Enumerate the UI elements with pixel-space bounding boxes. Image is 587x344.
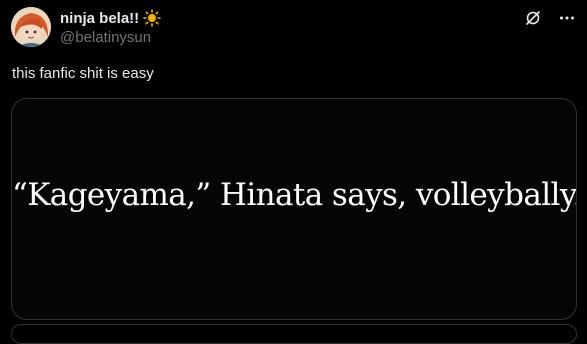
more-dots-icon[interactable] bbox=[557, 8, 577, 28]
media-quote-text: “Kageyama,” Hinata says, volleybally. bbox=[12, 177, 577, 213]
avatar[interactable] bbox=[11, 7, 51, 47]
slashed-circle-icon[interactable] bbox=[523, 8, 543, 28]
avatar-image bbox=[11, 7, 51, 47]
divider bbox=[11, 324, 577, 344]
tweet: ninja bela!! @belatinysun this fanfic sh… bbox=[0, 0, 587, 344]
tweet-text: this fanfic shit is easy bbox=[12, 65, 154, 82]
media-image[interactable]: “Kageyama,” Hinata says, volleybally. bbox=[11, 98, 577, 320]
sun-icon bbox=[143, 9, 161, 27]
author-name-row[interactable]: ninja bela!! bbox=[60, 8, 161, 28]
author-handle[interactable]: @belatinysun bbox=[60, 29, 151, 46]
display-name[interactable]: ninja bela!! bbox=[60, 10, 139, 27]
top-actions bbox=[523, 8, 577, 28]
